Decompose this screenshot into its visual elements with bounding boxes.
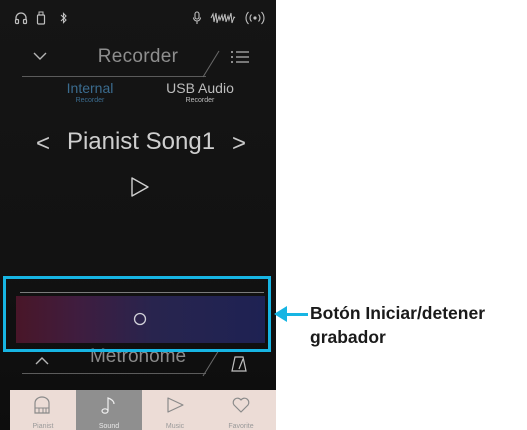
tab-label: USB Audio [166,80,234,96]
headphones-icon [14,10,28,26]
nav-item-pianist[interactable]: Pianist [10,390,76,430]
nav-item-sound[interactable]: Sound [76,390,142,430]
piano-icon [34,396,50,414]
previous-song-button[interactable]: < [36,132,50,156]
status-bar [0,10,276,26]
divider-slash [202,349,220,377]
screen-header: Recorder [0,40,276,80]
nav-label: Pianist [32,423,54,430]
callout-label: Botón Iniciar/detener grabador [310,303,486,347]
tab-usb-audio-recorder[interactable]: USB Audio Recorder [155,80,245,105]
heart-icon [232,397,250,413]
callout-arrow-line [286,313,308,316]
tab-label: Internal [66,80,114,96]
next-song-button[interactable]: > [232,132,246,156]
metronome-icon[interactable] [230,355,248,373]
play-icon [167,397,184,413]
song-title: Pianist Song1 [66,128,216,155]
music-note-icon [101,397,115,414]
nav-item-favorite[interactable]: Favorite [208,390,274,430]
usb-drive-icon [36,10,46,26]
wireless-icon [245,10,265,26]
metronome-divider [22,373,206,374]
header-divider [22,76,206,77]
nav-label: Sound [98,423,120,430]
song-selector: < Pianist Song1 > [0,126,276,160]
highlight-frame [3,276,271,352]
tab-internal-recorder[interactable]: Internal Recorder [50,80,130,105]
play-button[interactable] [130,176,150,198]
bottom-navigation: Pianist Sound Music Favorite [10,390,276,430]
nav-label: Music [165,423,185,430]
audio-waveform-icon [210,10,236,26]
metronome-bar[interactable]: Metronome [0,346,276,387]
tab-sublabel: Recorder [75,97,105,104]
recorder-tabs: Internal Recorder USB Audio Recorder [0,80,276,108]
list-menu-icon[interactable] [230,49,250,65]
bluetooth-icon [60,10,68,26]
tab-sublabel: Recorder [185,97,215,104]
microphone-icon [192,10,202,26]
nav-label: Favorite [228,423,254,430]
nav-item-music[interactable]: Music [142,390,208,430]
recorder-screen: Recorder Internal Recorder USB Audio Rec… [0,0,276,430]
divider-slash [202,50,220,78]
